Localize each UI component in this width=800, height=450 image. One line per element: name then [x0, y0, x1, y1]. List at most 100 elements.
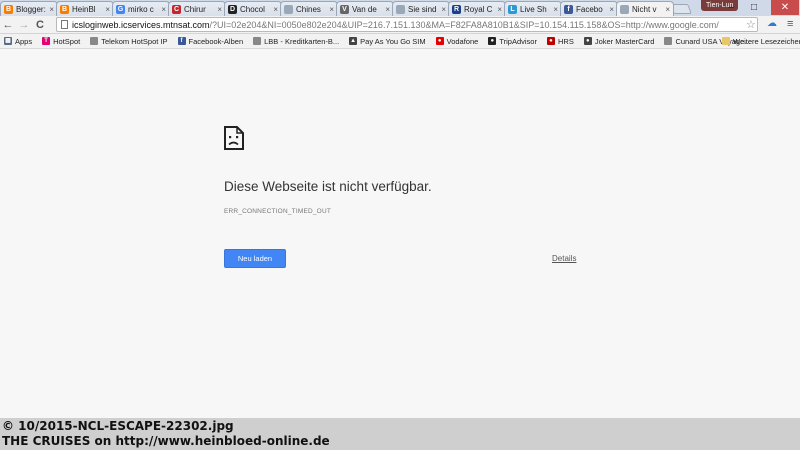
bookmark-label: HRS [557, 36, 574, 46]
tab-11[interactable]: Nicht v × [616, 1, 674, 16]
caption-line-2: THE CRUISES on http://www.heinbloed-onli… [2, 434, 330, 448]
tab-label: Chocol [240, 4, 265, 14]
reload-button[interactable]: Neu laden [224, 249, 286, 268]
tab-label: HeinBl [72, 4, 96, 14]
tab-favicon-icon: V [340, 4, 349, 14]
bookmark-favicon-icon: ● [583, 37, 592, 45]
tab-favicon-icon: L [508, 4, 517, 14]
browser-toolbar: ← → C icsloginweb.icservices.mtnsat.com /… [0, 16, 800, 34]
bookmark-favicon-icon: f [177, 37, 186, 45]
bookmark-item[interactable]: ● Vodafone [435, 36, 479, 46]
bookmark-favicon-icon: ● [546, 37, 555, 45]
other-bookmarks-label: Weitere Lesezeichen [733, 36, 800, 46]
bookmark-label: LBB - Kreditkarten-B... [264, 36, 340, 46]
tab-label: Chines [296, 4, 321, 14]
tab-favicon-icon: f [564, 4, 573, 14]
tab-label: Chirur [184, 4, 206, 14]
bookmark-label: Pay As You Go SIM [360, 36, 426, 46]
bookmark-favicon-icon [253, 37, 262, 45]
bookmark-label: TripAdvisor [499, 36, 537, 46]
bookmark-item[interactable]: LBB - Kreditkarten-B... [253, 37, 339, 46]
bookmark-item[interactable]: ● Joker MasterCard [583, 36, 655, 46]
tab-2[interactable]: Gmirko c × [112, 1, 170, 16]
error-title: Diese Webseite ist nicht verfügbar. [224, 179, 432, 194]
bookmark-item[interactable]: ▦ Apps [4, 37, 32, 46]
sad-page-icon [224, 126, 244, 155]
other-bookmarks-folder[interactable]: Weitere Lesezeichen [722, 37, 800, 46]
tab-strip: Tien-Lun – □ ✕ B Blogger: × B HeinBl × Gmirko … [0, 0, 800, 16]
url-path: /?UI=02e204&NI=0050e802e204&UIP=216.7.15… [209, 19, 719, 30]
menu-icon[interactable]: ≡ [787, 18, 793, 30]
caption-line-1: © 10/2015-NCL-ESCAPE-22302.jpg [2, 419, 234, 433]
bookmark-item[interactable]: ▲ Pay As You Go SIM [349, 36, 426, 46]
page-icon [61, 20, 68, 29]
folder-icon [722, 37, 730, 45]
tab-close-icon[interactable]: × [609, 5, 614, 14]
bookmarks-bar: ▦ Apps T HotSpot Telekom HotSpot IP f Facebook… [0, 34, 800, 49]
tab-4[interactable]: D Chocol × [224, 1, 282, 16]
bookmark-item[interactable]: ● TripAdvisor [488, 37, 537, 46]
url-host: icsloginweb.icservices.mtnsat.com [72, 19, 210, 30]
tab-5[interactable]: Chines × [280, 1, 338, 16]
bookmark-label: Apps [15, 36, 33, 46]
tab-favicon-icon [396, 4, 405, 14]
tab-close-icon[interactable]: × [217, 5, 222, 14]
maximize-icon[interactable]: □ [745, 0, 763, 15]
tab-close-icon[interactable]: × [329, 5, 334, 14]
forward-arrow-icon[interactable]: → [16, 16, 32, 34]
tab-9[interactable]: L Live Sh × [504, 1, 562, 16]
bookmark-label: Telekom HotSpot IP [101, 36, 168, 46]
tab-close-icon[interactable]: × [161, 5, 166, 14]
tab-label: Facebo [576, 4, 603, 14]
tab-label: Royal C [464, 4, 493, 14]
tab-close-icon[interactable]: × [441, 5, 446, 14]
tab-close-icon[interactable]: × [497, 5, 502, 14]
tab-close-icon[interactable]: × [385, 5, 390, 14]
tab-label: Live Sh [520, 4, 547, 14]
bookmark-favicon-icon: T [42, 37, 51, 45]
tab-label: mirko c [128, 4, 154, 14]
tab-close-icon[interactable]: × [49, 5, 54, 14]
bookmark-item[interactable]: f Facebook-Alben [177, 36, 244, 46]
bookmark-label: Facebook-Alben [188, 36, 244, 46]
bookmark-label: Joker MasterCard [594, 36, 655, 46]
tab-label: Nicht v [632, 4, 657, 14]
tab-favicon-icon: D [228, 4, 237, 14]
bookmark-label: Vodafone [446, 36, 479, 46]
tab-8[interactable]: R Royal C × [448, 1, 506, 16]
bookmark-favicon-icon [664, 37, 673, 45]
tab-favicon-icon [284, 4, 293, 14]
tab-close-icon[interactable]: × [553, 5, 558, 14]
bookmark-favicon-icon: ● [435, 37, 444, 45]
minimize-icon[interactable]: – [722, 0, 740, 15]
reload-icon[interactable]: C [32, 16, 48, 34]
bookmark-favicon-icon: ▲ [349, 37, 358, 45]
tab-label: Van de [352, 4, 377, 14]
address-bar[interactable]: icsloginweb.icservices.mtnsat.com/?UI=02… [56, 17, 758, 32]
tab-close-icon[interactable]: × [665, 5, 670, 14]
details-link[interactable]: Details [552, 254, 576, 263]
tab-favicon-icon: C [172, 4, 181, 14]
extension-cloud-icon[interactable]: ☁ [767, 18, 777, 29]
tab-10[interactable]: f Facebo × [560, 1, 618, 16]
tab-favicon-icon: G [116, 4, 125, 14]
tab-1[interactable]: B HeinBl × [56, 1, 114, 16]
error-code: ERR_CONNECTION_TIMED_OUT [224, 208, 332, 215]
bookmark-item[interactable]: ● HRS [546, 36, 574, 46]
tab-6[interactable]: V Van de × [336, 1, 394, 16]
close-window-icon[interactable]: ✕ [771, 0, 799, 15]
bookmark-item[interactable]: Telekom HotSpot IP [90, 36, 168, 46]
bookmark-star-icon[interactable]: ☆ [746, 18, 756, 31]
tab-close-icon[interactable]: × [273, 5, 278, 14]
bookmark-favicon-icon: ▦ [4, 37, 12, 45]
tab-7[interactable]: Sie sind × [392, 1, 450, 16]
tab-favicon-icon [620, 4, 629, 14]
back-arrow-icon[interactable]: ← [0, 16, 16, 34]
tab-label: Sie sind [408, 4, 437, 14]
bookmark-label: HotSpot [53, 36, 81, 46]
tab-close-icon[interactable]: × [105, 5, 110, 14]
tab-3[interactable]: C Chirur × [168, 1, 226, 16]
bookmark-item[interactable]: T HotSpot [42, 37, 80, 46]
tab-favicon-icon: B [4, 4, 13, 14]
tab-0[interactable]: B Blogger: × [0, 1, 58, 16]
